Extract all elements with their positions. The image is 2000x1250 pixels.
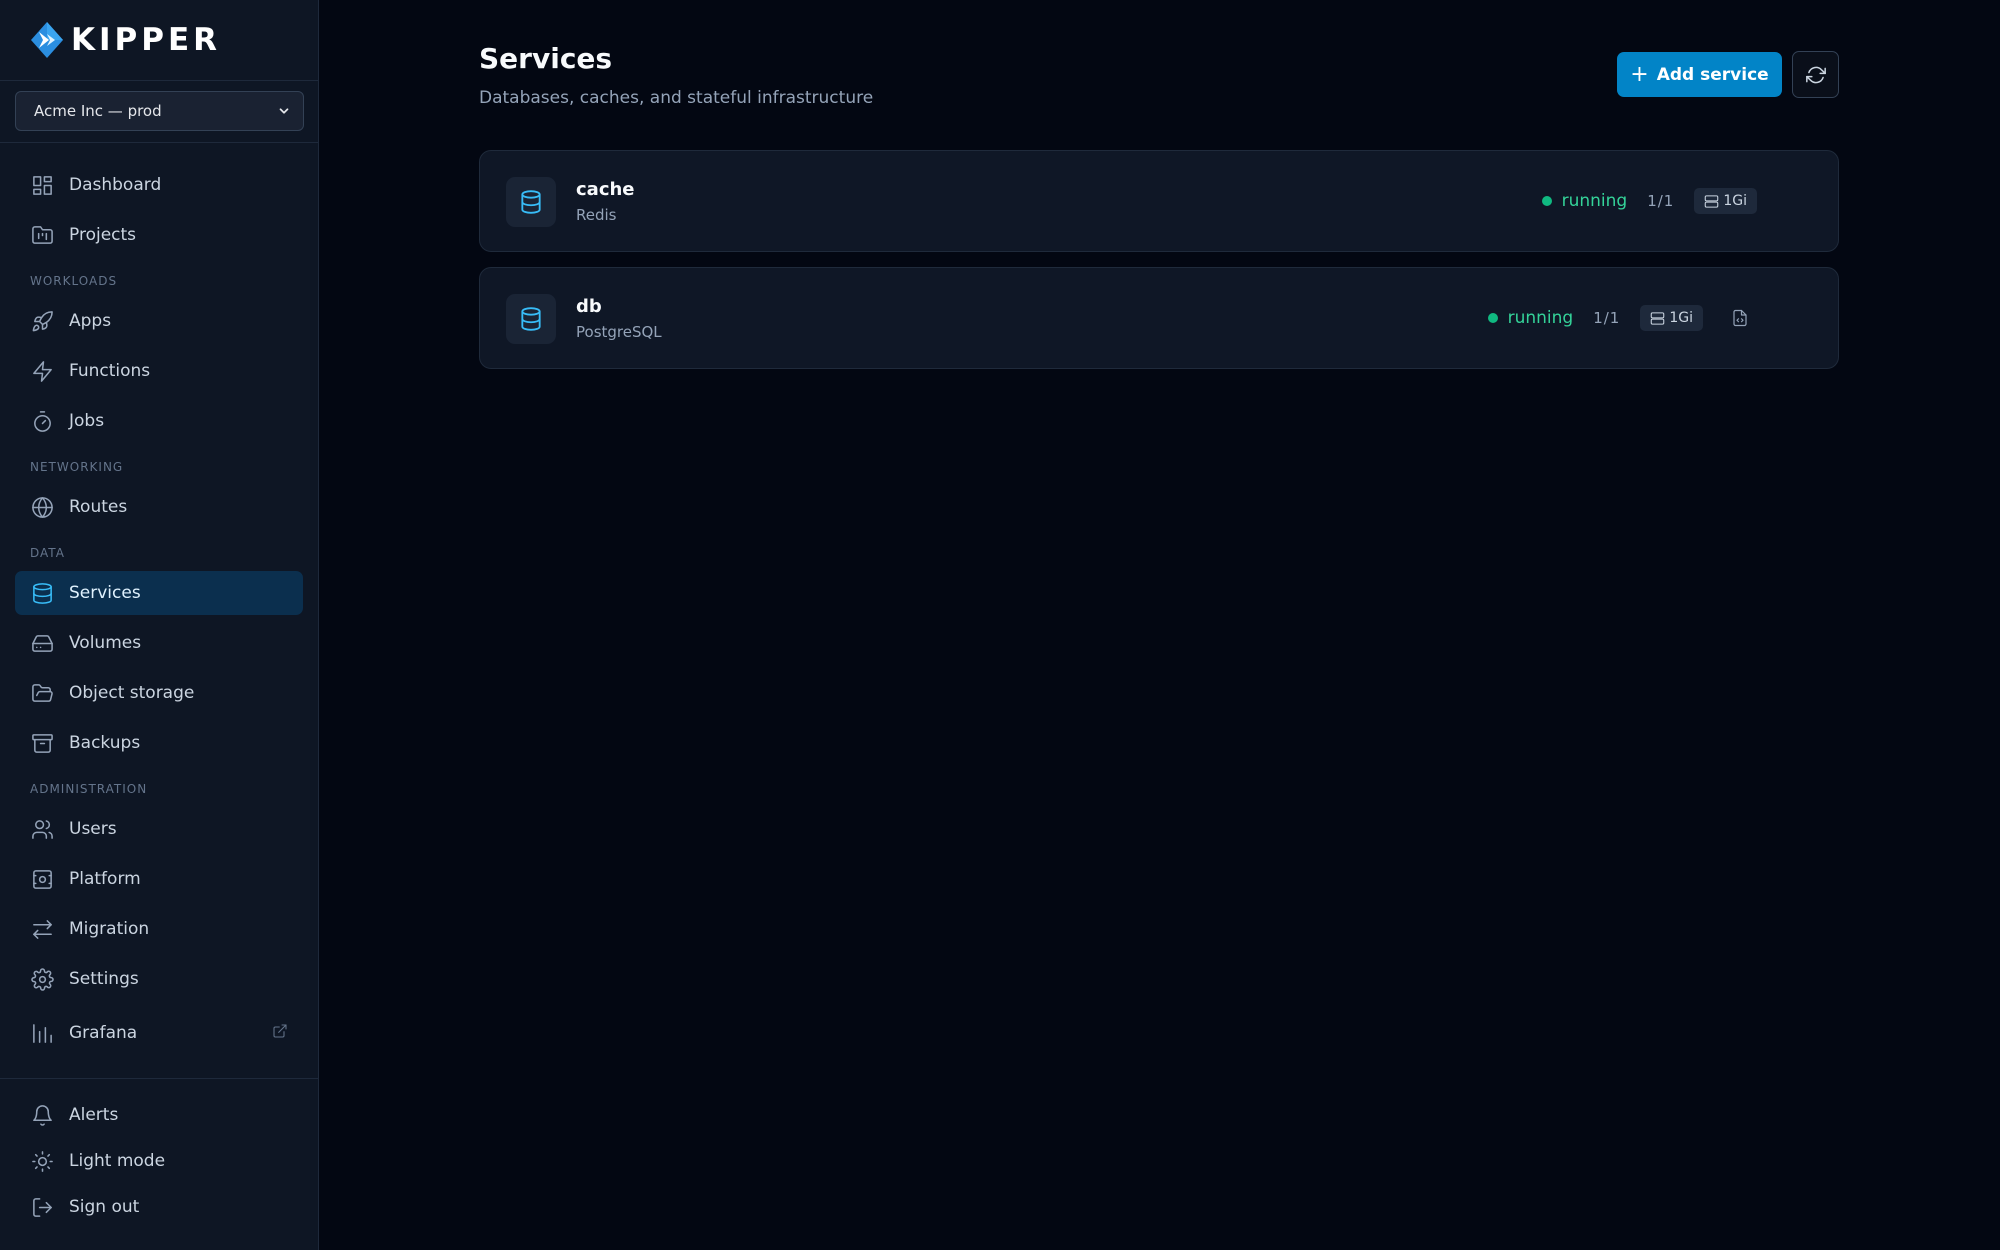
database-icon <box>506 294 556 344</box>
nav-section-networking: NETWORKING <box>30 460 124 474</box>
sidebar-item-label: Sign out <box>69 1197 140 1217</box>
sidebar-item-functions[interactable]: Functions <box>15 349 303 393</box>
sidebar-nav: Dashboard Projects WORKLOADS Apps Functi… <box>0 143 318 1055</box>
sun-icon <box>30 1149 54 1173</box>
sidebar-item-platform[interactable]: Platform <box>15 857 303 901</box>
rocket-icon <box>30 309 54 333</box>
service-name: db <box>576 296 602 317</box>
service-type: PostgreSQL <box>576 323 662 341</box>
sidebar-item-alerts[interactable]: Alerts <box>15 1093 303 1137</box>
add-service-label: Add service <box>1656 64 1769 85</box>
storage-size: 1Gi <box>1723 193 1747 209</box>
theme-toggle[interactable]: Light mode <box>15 1139 303 1183</box>
database-icon <box>30 581 54 605</box>
sidebar-item-label: Platform <box>69 869 141 889</box>
sign-out-button[interactable]: Sign out <box>15 1185 303 1229</box>
status-badge: running <box>1541 191 1628 211</box>
sidebar-item-label: Migration <box>69 919 150 939</box>
sidebar-item-object-storage[interactable]: Object storage <box>15 671 303 715</box>
status-dot <box>1487 313 1498 323</box>
nav-section-workloads: WORKLOADS <box>30 274 118 288</box>
sidebar-item-backups[interactable]: Backups <box>15 721 303 765</box>
kipper-logo-icon <box>31 22 63 58</box>
sidebar-item-users[interactable]: Users <box>15 807 303 851</box>
nav-section-data: DATA <box>30 546 65 560</box>
sidebar-item-label: Object storage <box>69 683 195 703</box>
service-type: Redis <box>576 206 617 224</box>
storage-size-badge: 1Gi <box>1694 188 1757 214</box>
sidebar-item-routes[interactable]: Routes <box>15 485 303 529</box>
logo[interactable]: KIPPER <box>0 0 318 81</box>
sidebar-item-label: Alerts <box>69 1105 119 1125</box>
replica-count: 1/1 <box>1593 309 1621 327</box>
sidebar-item-volumes[interactable]: Volumes <box>15 621 303 665</box>
sidebar-item-dashboard[interactable]: Dashboard <box>15 163 303 207</box>
refresh-icon <box>1805 66 1826 83</box>
nav-section-administration: ADMINISTRATION <box>30 782 148 796</box>
sidebar-item-label: Jobs <box>69 411 105 431</box>
sidebar-item-label: Projects <box>69 225 137 245</box>
main-content: Services Databases, caches, and stateful… <box>319 0 2000 1250</box>
server-icon <box>1705 194 1719 208</box>
storage-size-badge: 1Gi <box>1640 305 1703 331</box>
sidebar-item-label: Services <box>69 583 141 603</box>
chevron-down-icon <box>279 108 289 114</box>
dashboard-icon <box>30 173 54 197</box>
sidebar-item-label: Routes <box>69 497 128 517</box>
database-icon <box>506 177 556 227</box>
folder-open-icon <box>30 681 54 705</box>
log-out-icon <box>30 1195 54 1219</box>
page-subtitle: Databases, caches, and stateful infrastr… <box>479 88 874 108</box>
service-card-cache[interactable]: cache Redis running 1/1 1Gi <box>479 150 1839 252</box>
page-title: Services <box>479 42 613 75</box>
add-service-button[interactable]: + Add service <box>1617 52 1782 97</box>
sidebar-item-label: Grafana <box>69 1023 138 1043</box>
service-name: cache <box>576 179 635 200</box>
replica-count: 1/1 <box>1647 192 1675 210</box>
server-icon <box>1651 311 1665 325</box>
sidebar-footer: Alerts Light mode Sign out <box>0 1078 318 1250</box>
sidebar-item-label: Functions <box>69 361 151 381</box>
org-select-value: Acme Inc — prod <box>34 102 162 120</box>
sidebar-item-grafana[interactable]: Grafana <box>15 1011 303 1055</box>
sidebar: KIPPER Acme Inc — prod Dashboard Project… <box>0 0 319 1250</box>
timer-icon <box>30 409 54 433</box>
status-dot <box>1541 196 1552 206</box>
sidebar-item-label: Settings <box>69 969 139 989</box>
sidebar-item-label: Apps <box>69 311 112 331</box>
archive-icon <box>30 731 54 755</box>
platform-icon <box>30 867 54 891</box>
sidebar-item-settings[interactable]: Settings <box>15 957 303 1001</box>
status-text: running <box>1507 308 1574 328</box>
sidebar-item-migration[interactable]: Migration <box>15 907 303 951</box>
folder-kanban-icon <box>30 223 54 247</box>
sidebar-item-services[interactable]: Services <box>15 571 303 615</box>
zap-icon <box>30 359 54 383</box>
arrows-swap-icon <box>30 917 54 941</box>
org-select[interactable]: Acme Inc — prod <box>15 91 304 131</box>
sidebar-item-jobs[interactable]: Jobs <box>15 399 303 443</box>
sidebar-item-label: Dashboard <box>69 175 162 195</box>
bar-chart-icon <box>30 1021 54 1045</box>
plus-icon: + <box>1630 62 1649 87</box>
storage-size: 1Gi <box>1669 310 1693 326</box>
bell-icon <box>30 1103 54 1127</box>
status-text: running <box>1561 191 1628 211</box>
users-icon <box>30 817 54 841</box>
sidebar-item-apps[interactable]: Apps <box>15 299 303 343</box>
sidebar-item-label: Backups <box>69 733 141 753</box>
sidebar-item-label: Users <box>69 819 117 839</box>
external-link-icon <box>272 1023 288 1044</box>
refresh-button[interactable] <box>1792 51 1839 98</box>
globe-icon <box>30 495 54 519</box>
sidebar-item-projects[interactable]: Projects <box>15 213 303 257</box>
brand-name: KIPPER <box>71 22 222 58</box>
service-card-db[interactable]: db PostgreSQL running 1/1 1Gi <box>479 267 1839 369</box>
sidebar-item-label: Light mode <box>69 1151 166 1171</box>
status-badge: running <box>1487 308 1574 328</box>
file-code-icon[interactable] <box>1731 309 1749 327</box>
gear-icon <box>30 967 54 991</box>
sidebar-item-label: Volumes <box>69 633 142 653</box>
hard-drive-icon <box>30 631 54 655</box>
